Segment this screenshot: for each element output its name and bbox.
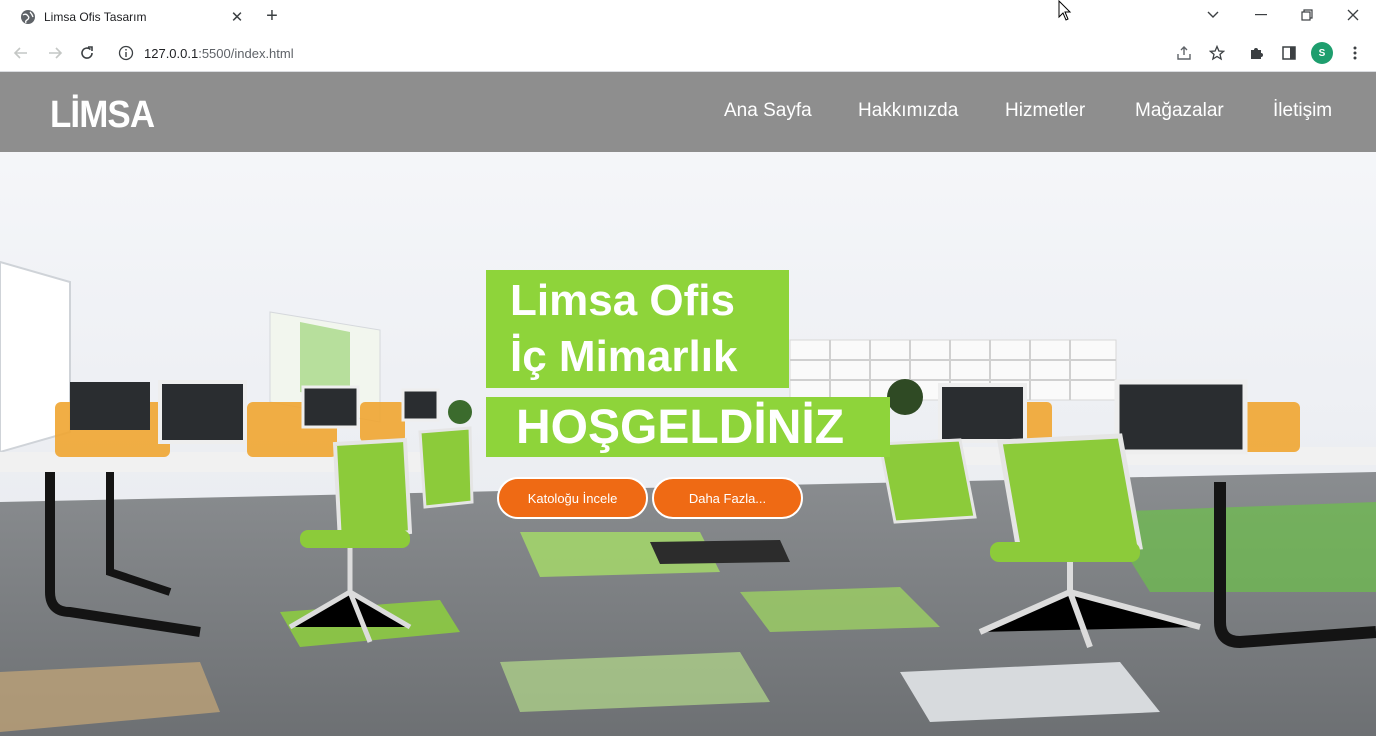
share-button[interactable] xyxy=(1174,43,1194,63)
mouse-cursor-icon xyxy=(1058,0,1072,21)
site-header: LİMSA Ana Sayfa Hakkımızda Hizmetler Mağ… xyxy=(0,72,1376,152)
side-panel-button[interactable] xyxy=(1279,43,1299,63)
url-text: 127.0.0.1:5500/index.html xyxy=(144,46,294,61)
menu-button[interactable] xyxy=(1345,43,1365,63)
catalog-button[interactable]: Katoloğu İncele xyxy=(497,477,648,519)
side-panel-icon xyxy=(1282,46,1296,60)
arrow-left-icon xyxy=(13,47,27,59)
restore-icon xyxy=(1301,9,1313,21)
hero-title-box: Limsa Ofis İç Mimarlık xyxy=(486,270,789,388)
bookmark-button[interactable] xyxy=(1207,43,1227,63)
nav-link-ana-sayfa[interactable]: Ana Sayfa xyxy=(724,100,812,122)
back-button[interactable] xyxy=(10,42,32,64)
chevron-down-icon xyxy=(1207,11,1219,18)
star-icon xyxy=(1209,45,1225,61)
address-bar[interactable]: 127.0.0.1:5500/index.html xyxy=(110,38,1160,68)
extensions-button[interactable] xyxy=(1247,43,1267,63)
tab-search-button[interactable] xyxy=(1190,0,1236,30)
new-tab-button[interactable]: + xyxy=(262,6,282,28)
reload-button[interactable] xyxy=(76,42,98,64)
nav-link-iletisim[interactable]: İletişim xyxy=(1273,100,1332,122)
tab-title: Limsa Ofis Tasarım xyxy=(44,10,147,24)
browser-toolbar: 127.0.0.1:5500/index.html S xyxy=(0,34,1376,72)
close-icon xyxy=(1347,9,1359,21)
browser-tab-strip: Limsa Ofis Tasarım ✕ + xyxy=(0,0,1376,34)
site-logo[interactable]: LİMSA xyxy=(50,94,155,137)
forward-button[interactable] xyxy=(44,42,66,64)
hero-title-line-1: Limsa Ofis xyxy=(510,276,735,325)
nav-link-hakkimizda[interactable]: Hakkımızda xyxy=(858,100,958,122)
page-viewport: LİMSA Ana Sayfa Hakkımızda Hizmetler Mağ… xyxy=(0,72,1376,736)
hero-title-line-2: İç Mimarlık xyxy=(510,332,738,381)
url-host: 127.0.0.1 xyxy=(144,45,199,61)
restore-button[interactable] xyxy=(1284,0,1330,30)
close-tab-icon[interactable]: ✕ xyxy=(228,8,246,26)
globe-icon xyxy=(21,10,35,24)
minimize-button[interactable] xyxy=(1238,0,1284,30)
minimize-icon xyxy=(1255,14,1267,16)
welcome-box: HOŞGELDİNİZ xyxy=(486,397,890,457)
profile-avatar[interactable]: S xyxy=(1311,42,1333,64)
nav-link-magazalar[interactable]: Mağazalar xyxy=(1135,100,1224,122)
browser-tab[interactable]: Limsa Ofis Tasarım ✕ xyxy=(8,0,252,34)
nav-link-hizmetler[interactable]: Hizmetler xyxy=(1005,100,1085,122)
url-path: :5500/index.html xyxy=(198,45,294,61)
more-button[interactable]: Daha Fazla... xyxy=(652,477,803,519)
share-icon xyxy=(1177,46,1191,60)
puzzle-icon xyxy=(1251,48,1263,59)
welcome-heading: HOŞGELDİNİZ xyxy=(516,401,845,454)
more-vertical-icon xyxy=(1353,46,1357,60)
arrow-right-icon xyxy=(49,47,63,59)
close-window-button[interactable] xyxy=(1330,0,1376,30)
reload-icon xyxy=(81,46,93,59)
info-icon[interactable] xyxy=(118,45,134,61)
